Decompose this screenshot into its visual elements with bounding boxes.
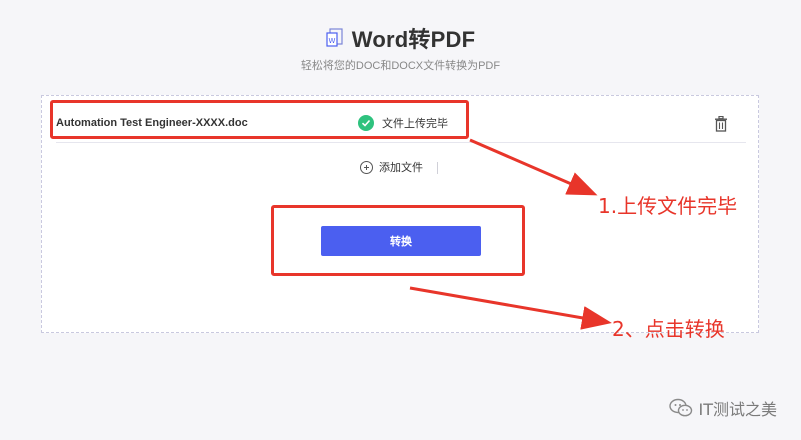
word-file-icon: W — [326, 28, 343, 47]
watermark: IT测试之美 — [668, 396, 778, 420]
add-file-label: 添加文件 — [379, 162, 423, 174]
highlight-box-upload — [50, 100, 469, 139]
add-file-button[interactable]: 添加文件 — [360, 159, 423, 175]
wechat-icon — [668, 398, 692, 417]
watermark-text: IT测试之美 — [698, 400, 778, 419]
plus-circle-icon — [360, 160, 373, 174]
page-subtitle: 轻松将您的DOC和DOCX文件转换为PDF — [300, 60, 501, 72]
highlight-box-convert — [271, 205, 525, 276]
divider — [437, 162, 438, 174]
annotation-step1: 1.上传文件完毕 — [598, 194, 738, 218]
annotation-step2: 2、点击转换 — [612, 317, 725, 341]
svg-text:W: W — [328, 37, 335, 45]
page-header: W Word转PDF 轻松将您的DOC和DOCX文件转换为PDF — [0, 0, 801, 90]
page-title: Word转PDF — [351, 27, 476, 52]
title-row: W Word转PDF — [0, 22, 801, 54]
trash-icon[interactable] — [714, 116, 728, 132]
